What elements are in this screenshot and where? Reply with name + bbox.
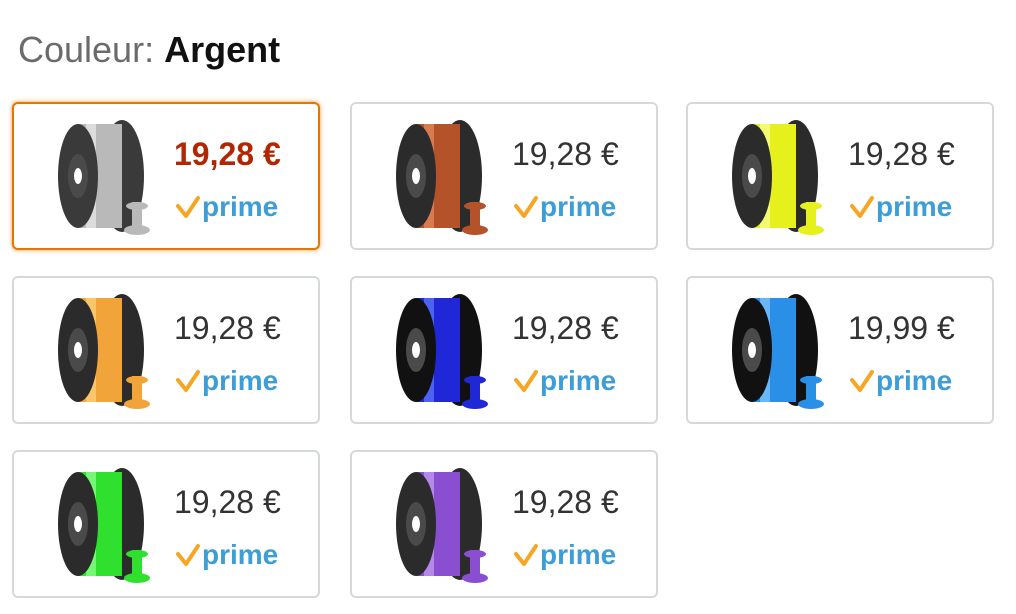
color-swatch[interactable]: 19,28 € prime	[350, 102, 658, 250]
swatch-price: 19,28 €	[174, 484, 281, 520]
prime-badge-icon: prime	[174, 362, 294, 398]
swatch-price: 19,28 €	[174, 136, 281, 172]
selected-color-value: Argent	[164, 29, 281, 70]
prime-badge-icon: prime	[174, 536, 294, 572]
swatch-price: 19,99 €	[848, 310, 955, 346]
spool-copper-icon	[388, 116, 498, 236]
prime-label-text: prime	[202, 191, 278, 222]
spool-green-icon	[50, 464, 160, 584]
spool-sky-blue-icon	[724, 290, 834, 410]
prime-label-text: prime	[876, 191, 952, 222]
prime-badge-icon: prime	[512, 362, 632, 398]
swatch-price: 19,28 €	[512, 136, 619, 172]
spool-blue-icon	[388, 290, 498, 410]
spool-yellow-icon	[724, 116, 834, 236]
color-swatch[interactable]: 19,28 € prime	[686, 102, 994, 250]
swatch-price: 19,28 €	[512, 484, 619, 520]
color-label-prefix: Couleur:	[18, 29, 155, 70]
swatch-price: 19,28 €	[848, 136, 955, 172]
color-label: Couleur: Argent	[18, 28, 280, 72]
color-swatch[interactable]: 19,28 € prime	[350, 276, 658, 424]
prime-badge-icon: prime	[848, 188, 968, 224]
spool-silver-icon	[50, 116, 160, 236]
prime-label-text: prime	[202, 365, 278, 396]
prime-badge-icon: prime	[512, 188, 632, 224]
swatch-price: 19,28 €	[174, 310, 281, 346]
spool-purple-icon	[388, 464, 498, 584]
color-swatch[interactable]: 19,99 € prime	[686, 276, 994, 424]
prime-badge-icon: prime	[512, 536, 632, 572]
color-swatch[interactable]: 19,28 € prime	[12, 450, 320, 598]
prime-label-text: prime	[540, 365, 616, 396]
color-swatch[interactable]: 19,28 € prime	[12, 276, 320, 424]
prime-label-text: prime	[540, 539, 616, 570]
color-swatch[interactable]: 19,28 € prime	[350, 450, 658, 598]
prime-label-text: prime	[540, 191, 616, 222]
swatch-price: 19,28 €	[512, 310, 619, 346]
color-swatch[interactable]: 19,28 € prime	[12, 102, 320, 250]
prime-label-text: prime	[202, 539, 278, 570]
spool-orange-icon	[50, 290, 160, 410]
prime-badge-icon: prime	[174, 188, 294, 224]
prime-badge-icon: prime	[848, 362, 968, 398]
prime-label-text: prime	[876, 365, 952, 396]
